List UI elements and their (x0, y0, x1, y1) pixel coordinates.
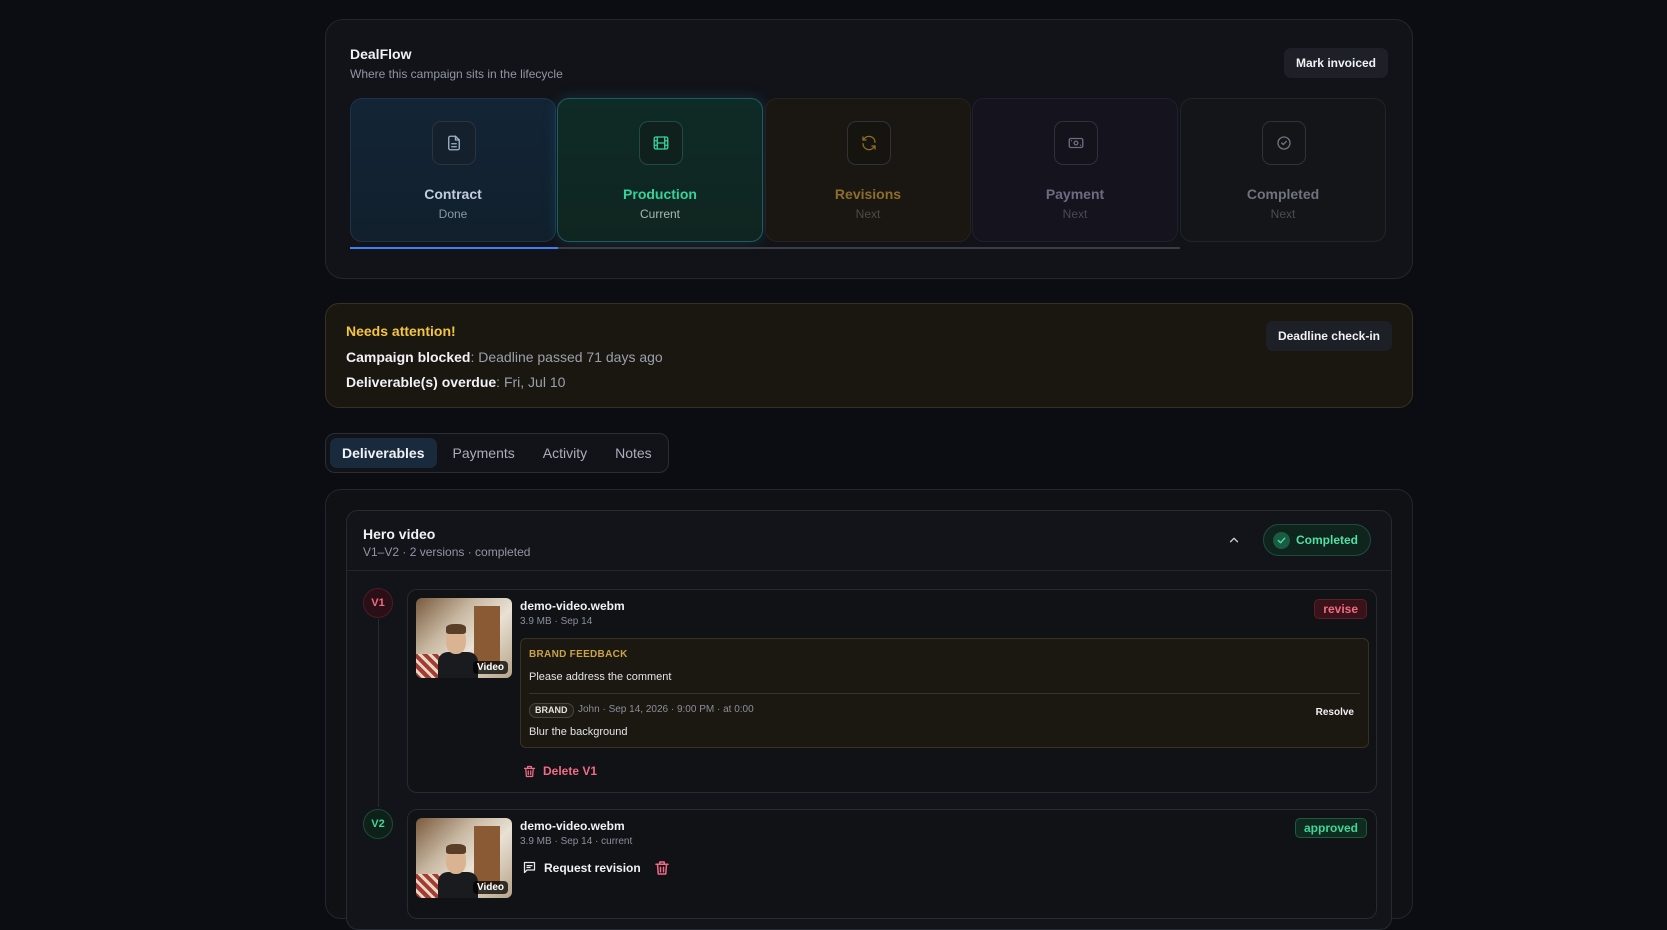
stage-status: Next (1270, 207, 1296, 221)
stage-label: Production (623, 186, 697, 202)
deliverable-subtitle: V1–V2 · 2 versions · completed (363, 545, 531, 559)
trash-icon (523, 765, 536, 777)
delete-version-button[interactable]: Delete V1 (522, 762, 597, 780)
stage-status: Done (438, 207, 468, 221)
version-badge: V1 (363, 588, 393, 618)
video-thumbnail[interactable]: Video (416, 598, 512, 678)
file-name: demo-video.webm (520, 819, 625, 833)
attention-title: Needs attention! (346, 323, 456, 339)
dealflow-title: DealFlow (350, 46, 412, 62)
request-revision-label: Request revision (544, 860, 641, 875)
brand-tag: BRAND (529, 703, 574, 718)
stage-label: Completed (1246, 186, 1320, 202)
money-icon (1054, 121, 1098, 165)
dealflow-subtitle: Where this campaign sits in the lifecycl… (350, 67, 563, 81)
attention-value: : Fri, Jul 10 (496, 374, 566, 390)
attention-line-blocked: Campaign blocked: Deadline passed 71 day… (346, 349, 663, 365)
approved-badge: approved (1294, 818, 1367, 838)
tab-notes[interactable]: Notes (603, 438, 664, 468)
stage-revisions[interactable]: Revisions Next (765, 98, 971, 242)
comment-body: Blur the background (529, 726, 628, 738)
stage-list: Contract Done Production Current Revisio… (350, 98, 1390, 242)
divider (529, 693, 1360, 694)
video-tag: Video (472, 881, 508, 894)
delete-label: Delete V1 (543, 764, 598, 778)
check-circle-icon (1262, 121, 1306, 165)
attention-label: Deliverable(s) overdue (346, 374, 497, 390)
deliverable-card: Hero video V1–V2 · 2 versions · complete… (346, 510, 1392, 930)
progress-track (350, 247, 1180, 249)
stage-status: Current (639, 207, 680, 221)
stage-status: Next (1062, 207, 1088, 221)
document-icon (432, 121, 476, 165)
stage-contract[interactable]: Contract Done (350, 98, 556, 242)
resolve-button[interactable]: Resolve (1316, 707, 1354, 718)
stage-production[interactable]: Production Current (557, 98, 763, 242)
status-label: Completed (1296, 533, 1359, 547)
deliverables-panel: Hero video V1–V2 · 2 versions · complete… (325, 489, 1413, 930)
tab-activity[interactable]: Activity (531, 438, 599, 468)
comment-meta: John · Sep 14, 2026 · 9:00 PM · at 0:00 (578, 704, 754, 715)
trash-icon[interactable] (653, 859, 671, 877)
tab-payments[interactable]: Payments (441, 438, 527, 468)
chevron-up-icon[interactable] (1227, 533, 1241, 547)
file-name: demo-video.webm (520, 599, 625, 613)
version-card-v2: Video demo-video.webm 3.9 MB · Sep 14 · … (407, 809, 1377, 919)
tab-deliverables[interactable]: Deliverables (330, 438, 437, 468)
dealflow-card: DealFlow Where this campaign sits in the… (325, 19, 1413, 279)
stage-label: Revisions (834, 186, 902, 202)
comment-icon (523, 861, 536, 874)
attention-value: : Deadline passed 71 days ago (470, 349, 663, 365)
file-meta: 3.9 MB · Sep 14 (520, 616, 593, 627)
attention-label: Campaign blocked (346, 349, 471, 365)
attention-banner: Needs attention! Campaign blocked: Deadl… (325, 303, 1413, 408)
file-meta: 3.9 MB · Sep 14 · current (520, 836, 633, 847)
version-card-v1: Video demo-video.webm 3.9 MB · Sep 14 re… (407, 589, 1377, 793)
status-badge: Completed (1263, 524, 1372, 556)
check-icon (1273, 532, 1290, 549)
request-revision-button[interactable]: Request revision (522, 860, 641, 875)
video-tag: Video (472, 661, 508, 674)
stage-status: Next (855, 207, 881, 221)
mark-invoiced-button[interactable]: Mark invoiced (1283, 48, 1388, 78)
deliverable-title: Hero video (363, 526, 436, 542)
progress-fill (350, 247, 558, 249)
refresh-icon (847, 121, 891, 165)
stage-label: Payment (1045, 186, 1105, 202)
feedback-title: BRAND FEEDBACK (529, 649, 628, 660)
tab-bar: Deliverables Payments Activity Notes (325, 433, 669, 473)
deadline-checkin-button[interactable]: Deadline check-in (1265, 321, 1392, 351)
stage-completed[interactable]: Completed Next (1180, 98, 1386, 242)
feedback-text: Please address the comment (529, 671, 672, 683)
deliverable-header[interactable]: Hero video V1–V2 · 2 versions · complete… (347, 511, 1391, 571)
video-thumbnail[interactable]: Video (416, 818, 512, 898)
version-badge: V2 (363, 809, 393, 839)
stage-payment[interactable]: Payment Next (972, 98, 1178, 242)
revise-badge: revise (1314, 599, 1367, 619)
film-icon (639, 121, 683, 165)
version-timeline (378, 619, 379, 807)
attention-line-overdue: Deliverable(s) overdue: Fri, Jul 10 (346, 374, 565, 390)
brand-feedback-box: BRAND FEEDBACK Please address the commen… (520, 638, 1369, 748)
stage-label: Contract (424, 186, 482, 202)
